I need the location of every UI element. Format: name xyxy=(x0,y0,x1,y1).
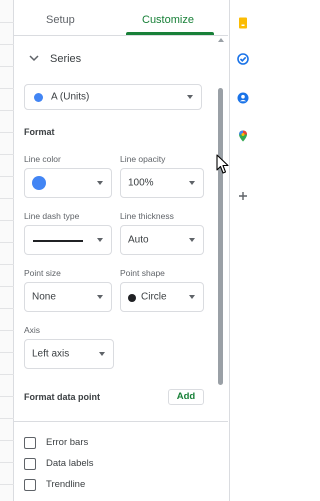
data-labels-checkbox[interactable] xyxy=(24,458,36,470)
line-dash-type-label: Line dash type xyxy=(24,211,80,221)
editor-tabs: Setup Customize xyxy=(14,0,228,36)
chevron-down-icon xyxy=(97,295,103,299)
line-dash-type-select[interactable] xyxy=(24,225,112,255)
tab-customize[interactable]: Customize xyxy=(142,14,194,26)
series-color-swatch xyxy=(34,93,43,102)
trendline-label: Trendline xyxy=(46,479,86,490)
series-select[interactable]: A (Units) xyxy=(24,84,202,110)
series-section-header[interactable]: Series xyxy=(24,46,218,72)
line-color-label: Line color xyxy=(24,154,61,164)
error-bars-label: Error bars xyxy=(46,437,89,448)
chevron-down-icon xyxy=(189,238,195,242)
format-data-point-label: Format data point xyxy=(24,392,100,402)
trendline-option[interactable]: Trendline xyxy=(24,478,214,492)
line-opacity-select[interactable]: 100% xyxy=(120,168,204,198)
data-labels-option[interactable]: Data labels xyxy=(24,457,214,471)
resize-cursor-icon xyxy=(216,154,229,174)
trendline-checkbox[interactable] xyxy=(24,479,36,491)
circle-shape-icon xyxy=(128,294,136,302)
line-color-select[interactable] xyxy=(24,168,112,198)
axis-value: Left axis xyxy=(32,348,70,360)
chart-editor-screen: Setup Customize Series A (Units) Format … xyxy=(0,0,251,501)
line-thickness-label: Line thickness xyxy=(120,211,174,221)
line-thickness-select[interactable]: Auto xyxy=(120,225,204,255)
side-panel-rail xyxy=(229,0,251,501)
chevron-down-icon xyxy=(189,295,195,299)
section-divider xyxy=(14,421,228,422)
keep-icon[interactable] xyxy=(237,17,249,29)
scroll-up-icon[interactable] xyxy=(218,38,224,42)
add-data-point-button[interactable]: Add xyxy=(168,389,204,405)
solid-line-preview xyxy=(33,240,83,242)
add-icon[interactable] xyxy=(237,190,249,202)
axis-select[interactable]: Left axis xyxy=(24,339,114,369)
scrollbar-thumb[interactable] xyxy=(218,88,223,385)
tasks-icon[interactable] xyxy=(237,53,249,65)
line-opacity-value: 100% xyxy=(128,177,154,189)
error-bars-checkbox[interactable] xyxy=(24,437,36,449)
chevron-down-icon xyxy=(29,55,39,62)
format-heading: Format xyxy=(24,127,55,137)
tab-setup[interactable]: Setup xyxy=(46,14,75,26)
section-title: Series xyxy=(50,53,82,65)
point-shape-value: Circle xyxy=(141,291,167,303)
axis-label: Axis xyxy=(24,325,41,335)
chevron-down-icon xyxy=(187,95,193,99)
line-thickness-value: Auto xyxy=(128,234,149,246)
chevron-down-icon xyxy=(97,238,103,242)
series-select-value: A (Units) xyxy=(51,91,90,103)
spreadsheet-edge xyxy=(0,0,14,501)
point-size-select[interactable]: None xyxy=(24,282,112,312)
line-opacity-label: Line opacity xyxy=(120,154,166,164)
point-shape-label: Point shape xyxy=(120,268,165,278)
line-color-swatch xyxy=(32,176,46,190)
point-size-value: None xyxy=(32,291,56,303)
maps-icon[interactable] xyxy=(237,130,249,142)
data-labels-label: Data labels xyxy=(46,458,94,469)
contacts-icon[interactable] xyxy=(237,92,249,104)
error-bars-option[interactable]: Error bars xyxy=(24,436,214,450)
point-shape-select[interactable]: Circle xyxy=(120,282,204,312)
point-size-label: Point size xyxy=(24,268,61,278)
chevron-down-icon xyxy=(99,352,105,356)
chart-editor-panel: Setup Customize Series A (Units) Format … xyxy=(14,0,228,501)
chevron-down-icon xyxy=(189,181,195,185)
chevron-down-icon xyxy=(97,181,103,185)
active-tab-indicator xyxy=(126,32,214,35)
